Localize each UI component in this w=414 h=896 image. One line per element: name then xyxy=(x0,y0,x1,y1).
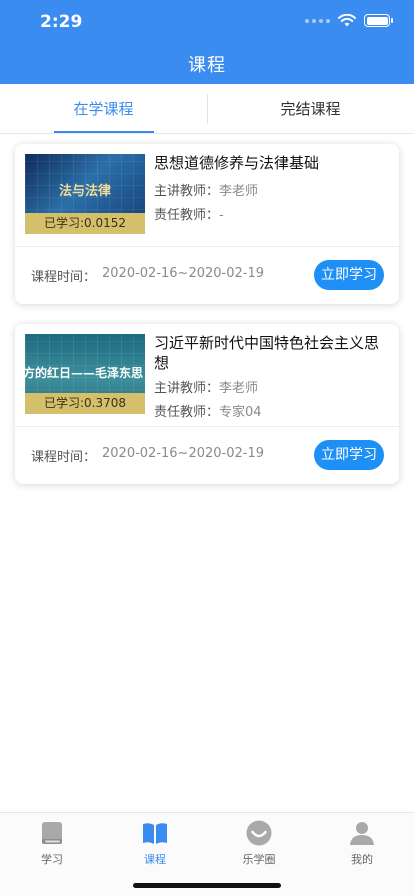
lecturer-row: 主讲教师：李老师 xyxy=(154,180,258,199)
tabbar-item-study[interactable]: 学习 xyxy=(0,819,104,867)
header-bar: 2:29 课程 xyxy=(0,0,414,84)
course-card[interactable]: 法与法律 已学习:0.0152 思想道德修养与法律基础 主讲教师：李老师 责任教… xyxy=(15,144,399,304)
thumbnail-text: 方的红日——毛泽东思 xyxy=(25,366,144,380)
tab-completed[interactable]: 完结课程 xyxy=(207,84,414,134)
responsible-row: 责任教师：专家04 xyxy=(154,401,262,420)
tabbar-label: 课程 xyxy=(144,853,166,866)
page-title: 课程 xyxy=(188,55,226,76)
lecturer-name: 李老师 xyxy=(219,184,259,199)
signal-icon xyxy=(305,18,330,23)
course-title[interactable]: 习近平新时代中国特色社会主义思想 xyxy=(154,333,386,373)
smile-circle-icon xyxy=(246,820,272,846)
course-title[interactable]: 思想道德修养与法律基础 xyxy=(154,153,386,173)
card-divider xyxy=(15,426,399,427)
tabbar-item-courses[interactable]: 课程 xyxy=(103,819,207,867)
responsible-label: 责任教师： xyxy=(154,405,220,420)
course-time-label: 课程时间： xyxy=(31,450,97,465)
tab-studying[interactable]: 在学课程 xyxy=(0,84,207,134)
lecturer-name: 李老师 xyxy=(219,381,259,396)
tabbar-label: 我的 xyxy=(351,853,373,866)
book-closed-icon xyxy=(42,822,62,844)
book-open-icon xyxy=(143,823,167,844)
course-time-value: 2020-02-16~2020-02-19 xyxy=(102,266,264,281)
lecturer-label: 主讲教师： xyxy=(154,184,220,199)
responsible-name: 专家04 xyxy=(219,405,262,420)
tabbar-item-circle[interactable]: 乐学圈 xyxy=(207,819,311,867)
responsible-name: - xyxy=(219,208,224,223)
home-indicator xyxy=(133,883,281,888)
course-thumbnail[interactable]: 方的红日——毛泽东思 已学习:0.3708 xyxy=(25,334,145,414)
card-divider xyxy=(15,246,399,247)
responsible-row: 责任教师：- xyxy=(154,204,224,223)
tabbar-label: 乐学圈 xyxy=(242,853,276,866)
person-icon xyxy=(350,822,374,845)
thumbnail-text: 法与法律 xyxy=(58,184,111,199)
wifi-icon xyxy=(338,14,356,27)
course-card[interactable]: 方的红日——毛泽东思 已学习:0.3708 习近平新时代中国特色社会主义思想 主… xyxy=(15,324,399,484)
progress-label: 已学习:0.0152 xyxy=(25,213,145,234)
active-tab-indicator xyxy=(54,131,154,133)
status-icons xyxy=(305,14,393,27)
tabbar-label: 学习 xyxy=(41,853,63,866)
tabbar-item-mine[interactable]: 我的 xyxy=(310,819,414,867)
lecturer-row: 主讲教师：李老师 xyxy=(154,377,258,396)
course-tabs: 在学课程 完结课程 xyxy=(0,84,414,134)
start-study-button[interactable]: 立即学习 xyxy=(314,440,384,470)
lecturer-label: 主讲教师： xyxy=(154,381,220,396)
status-time: 2:29 xyxy=(40,12,83,32)
course-time-value: 2020-02-16~2020-02-19 xyxy=(102,446,264,461)
course-time-label: 课程时间： xyxy=(31,270,97,285)
responsible-label: 责任教师： xyxy=(154,208,220,223)
course-thumbnail[interactable]: 法与法律 已学习:0.0152 xyxy=(25,154,145,234)
progress-label: 已学习:0.3708 xyxy=(25,393,145,414)
start-study-button[interactable]: 立即学习 xyxy=(314,260,384,290)
battery-icon xyxy=(364,14,393,27)
